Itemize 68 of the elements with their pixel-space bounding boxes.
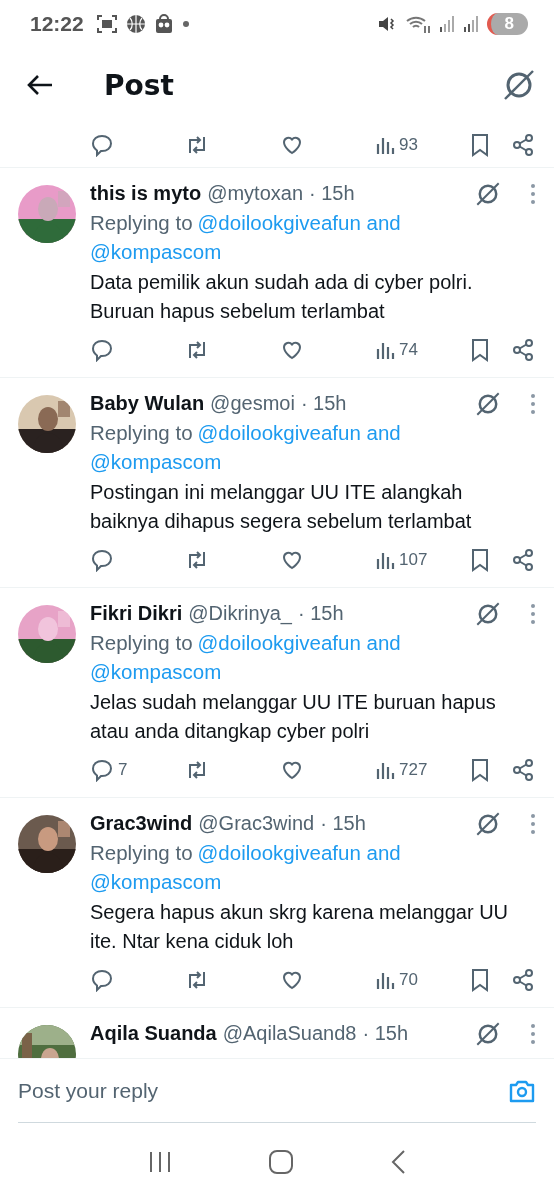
slashed-circle-icon[interactable] <box>502 68 536 102</box>
views-button[interactable]: 93 <box>375 134 455 155</box>
share-icon[interactable] <box>511 338 535 362</box>
bookmark-icon[interactable] <box>469 758 491 782</box>
share-icon[interactable] <box>511 968 535 992</box>
bar-chart-icon <box>375 760 395 780</box>
more-icon[interactable] <box>530 602 536 625</box>
author-name[interactable]: Baby Wulan <box>90 392 205 415</box>
views-button[interactable]: 107 <box>375 550 455 570</box>
post-time: · 15h <box>297 602 344 625</box>
more-icon[interactable] <box>530 1022 536 1045</box>
share-icon[interactable] <box>511 132 535 157</box>
author-handle[interactable]: @Grac3wind <box>198 812 315 835</box>
post-time: · 15h <box>362 1022 409 1045</box>
more-icon[interactable] <box>530 812 536 835</box>
share-icon[interactable] <box>511 758 535 782</box>
dot-icon <box>181 20 190 28</box>
bar-chart-icon <box>375 340 395 360</box>
reply-text: Postingan ini melanggar UU ITE alangkah baiknya dihapus segera sebelum terlambat <box>90 480 473 534</box>
bookmark-icon[interactable] <box>469 548 491 572</box>
post-time: · 15h <box>309 182 355 205</box>
reply-text: Segera hapus akun skrg karena melanggar UU ite. Ntar kena ciduk loh <box>90 900 510 954</box>
author-name[interactable]: Fikri Dikri <box>90 602 183 625</box>
reply-button[interactable]: 7 <box>90 758 185 782</box>
ball-icon <box>125 14 146 34</box>
page-title: Post <box>104 68 174 102</box>
reply-icon <box>90 968 114 992</box>
signal-icon <box>438 15 455 33</box>
post-time: · 15h <box>320 812 366 835</box>
views-button[interactable]: 70 <box>375 970 455 990</box>
reply-icon[interactable] <box>90 132 114 157</box>
clock: 12:22 <box>30 12 84 36</box>
author-handle[interactable]: @AqilaSuand8 <box>222 1022 357 1045</box>
mute-icon <box>376 14 397 34</box>
more-icon[interactable] <box>530 392 536 415</box>
author-handle[interactable]: @gesmoi <box>210 392 295 415</box>
author-name[interactable]: Grac3wind <box>90 812 193 835</box>
bookmark-icon[interactable] <box>469 968 491 992</box>
reply-icon <box>90 548 114 572</box>
author-handle[interactable]: @mytoxan <box>207 182 304 205</box>
post-time: · 15h <box>300 392 347 415</box>
bookmark-icon[interactable] <box>469 338 491 362</box>
replying-label: Replying to <box>90 211 193 234</box>
more-icon[interactable] <box>530 182 536 205</box>
share-icon[interactable] <box>511 548 535 572</box>
replying-label: Replying to <box>90 841 193 864</box>
author-handle[interactable]: @Dikrinya_ <box>188 602 292 625</box>
replying-label: Replying to <box>90 631 193 654</box>
author-name[interactable]: Aqila Suanda <box>90 1022 217 1045</box>
screenshot-icon <box>95 14 118 34</box>
reply-icon <box>90 338 114 362</box>
bag-icon <box>153 14 174 34</box>
views-button[interactable]: 74 <box>375 340 455 360</box>
reply-text: Data pemilik akun sudah ada di cyber polri. Buruan hapus sebelum terlambat <box>90 270 474 324</box>
battery-indicator: 8 <box>486 13 528 35</box>
views-button[interactable]: 727 <box>375 760 455 780</box>
author-name[interactable]: this is myto <box>90 182 202 205</box>
reply-icon <box>90 758 114 782</box>
bar-chart-icon <box>375 970 395 990</box>
wifi-icon <box>404 14 431 34</box>
home-icon[interactable] <box>268 1149 294 1175</box>
reply-field[interactable]: Post your reply <box>18 1078 508 1103</box>
bookmark-icon[interactable] <box>469 132 491 157</box>
reply-text: Jelas sudah melanggar UU ITE buruan hapus atau anda ditangkap cyber polri <box>90 690 497 744</box>
back-button[interactable] <box>26 73 54 97</box>
signal-icon <box>462 15 479 33</box>
replying-label: Replying to <box>90 421 193 444</box>
bar-chart-icon <box>375 550 395 570</box>
